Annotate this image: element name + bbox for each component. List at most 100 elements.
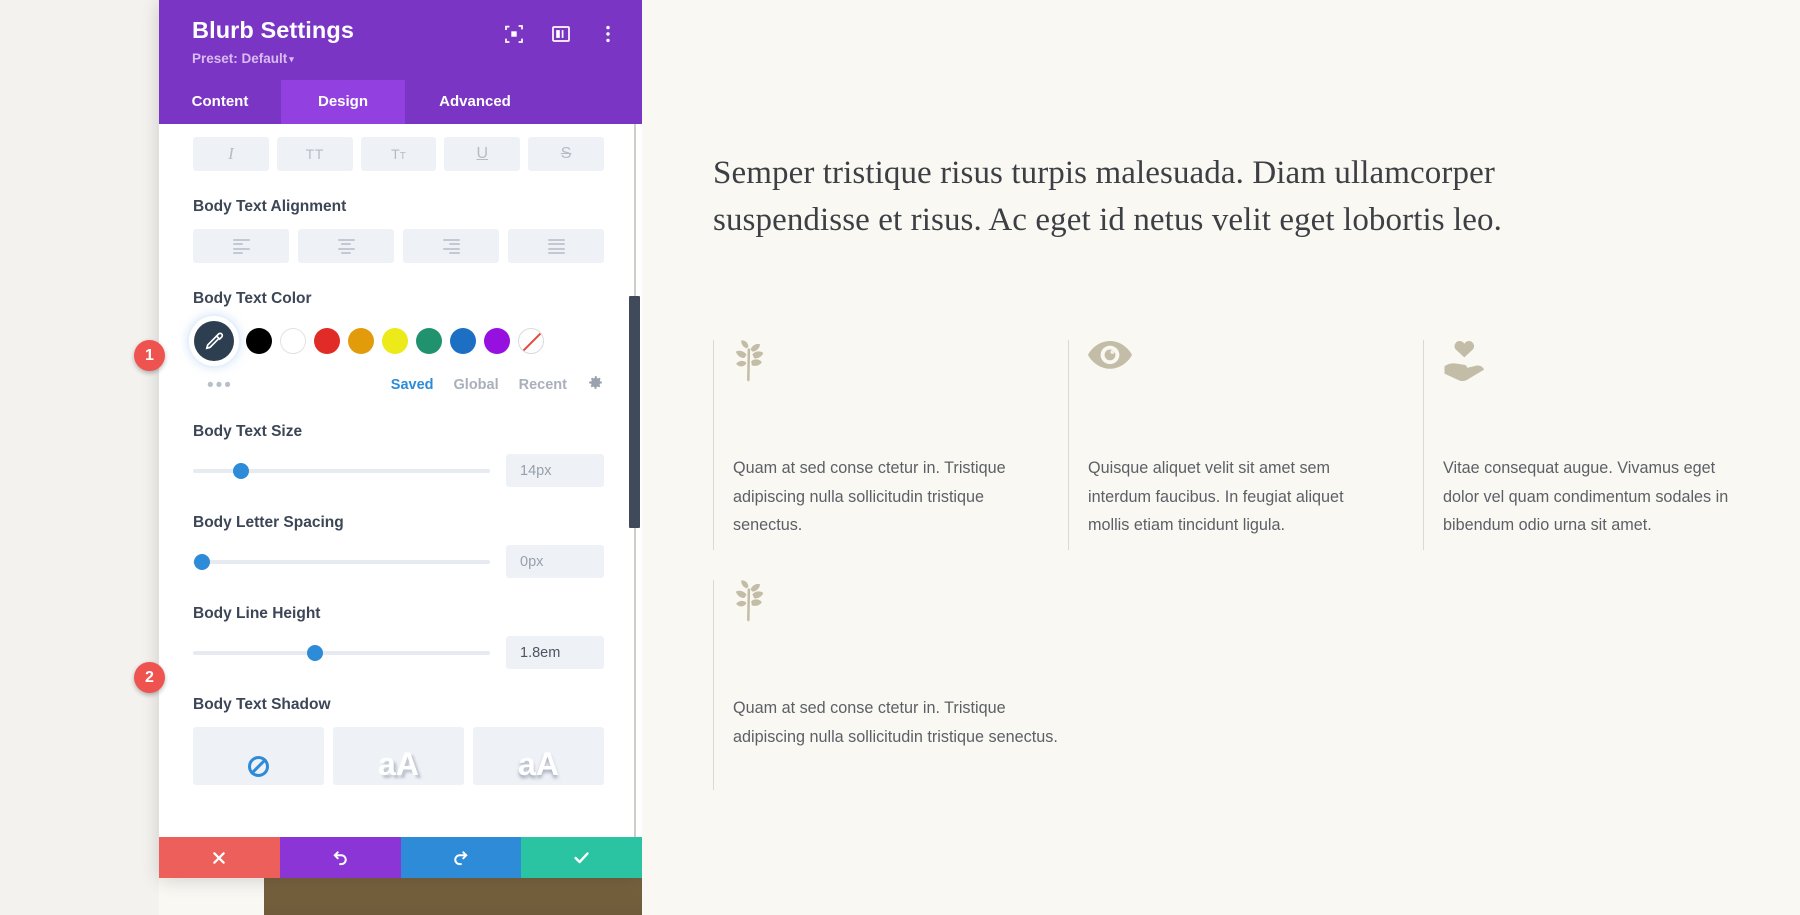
leaf-branch-icon <box>733 340 1034 392</box>
preset-selector[interactable]: Preset: Default ▾ <box>192 51 620 66</box>
blurb-row-2: Quam at sed conse ctetur in. Tristique a… <box>713 579 1778 790</box>
tab-advanced[interactable]: Advanced <box>405 80 545 124</box>
italic-button[interactable]: I <box>193 137 269 172</box>
blurb-item[interactable]: Quam at sed conse ctetur in. Tristique a… <box>713 339 1068 550</box>
color-swatch-yellow[interactable] <box>382 328 408 355</box>
blurb-text: Quisque aliquet velit sit amet sem inter… <box>1088 458 1344 535</box>
tab-content[interactable]: Content <box>159 80 281 124</box>
redo-button[interactable] <box>400 837 522 878</box>
marker-number: 1 <box>145 346 154 364</box>
align-right-icon <box>442 236 460 257</box>
body-text-shadow-options: aA aA <box>193 727 604 786</box>
align-center-button[interactable] <box>298 229 394 264</box>
panel-tabs: Content Design Advanced <box>159 80 642 125</box>
layout-panel-icon[interactable] <box>551 24 571 44</box>
screen: Blurb Settings Preset: Default ▾ Content… <box>0 0 1800 915</box>
tab-design[interactable]: Design <box>281 80 405 125</box>
redo-icon <box>454 851 468 866</box>
body-text-alignment-label: Body Text Alignment <box>193 198 347 216</box>
check-icon <box>574 852 589 864</box>
body-letter-spacing-label: Body Letter Spacing <box>193 514 344 532</box>
uppercase-glyph: TT <box>305 146 324 163</box>
color-tab-saved[interactable]: Saved <box>391 377 434 393</box>
more-colors-icon[interactable]: ••• <box>207 376 233 395</box>
lead-paragraph: Semper tristique risus turpis malesuada.… <box>713 155 1503 238</box>
align-right-button[interactable] <box>403 229 499 264</box>
page-left-margin <box>0 0 159 915</box>
body-line-height-slider[interactable] <box>193 643 490 663</box>
shadow-preset-1-button[interactable]: aA <box>333 727 464 786</box>
color-swatch-orange[interactable] <box>348 328 374 355</box>
blurb-text: Quam at sed conse ctetur in. Tristique a… <box>733 698 1058 746</box>
layout-spacer <box>1104 580 1441 790</box>
smallcaps-glyph: TT <box>391 146 406 163</box>
align-justify-button[interactable] <box>508 229 604 264</box>
preset-label: Preset: Default <box>192 51 288 67</box>
marker-number: 2 <box>145 668 154 686</box>
scrollbar-thumb[interactable] <box>629 296 640 529</box>
shadow-preset-2-button[interactable]: aA <box>473 727 604 786</box>
color-tab-global[interactable]: Global <box>454 377 499 393</box>
strikethrough-button[interactable]: S <box>528 137 604 172</box>
color-swatch-black[interactable] <box>246 328 272 355</box>
color-swatch-none[interactable] <box>518 328 544 355</box>
underline-button[interactable]: U <box>444 137 521 172</box>
uppercase-button[interactable]: TT <box>276 137 353 172</box>
blurb-item[interactable]: Quisque aliquet velit sit amet sem inter… <box>1068 339 1423 550</box>
align-left-icon <box>232 236 250 257</box>
page-preview: Semper tristique risus turpis malesuada.… <box>642 0 1800 915</box>
shadow-none-button[interactable] <box>193 727 324 786</box>
smallcaps-button[interactable]: TT <box>360 137 437 172</box>
color-swatch-purple[interactable] <box>484 328 510 355</box>
slider-knob[interactable] <box>306 644 323 661</box>
slider-rail <box>193 559 490 564</box>
align-center-icon <box>337 236 355 257</box>
strikethrough-glyph: S <box>560 145 572 163</box>
body-letter-spacing-slider[interactable] <box>193 552 490 572</box>
body-text-color-swatches <box>194 321 604 362</box>
gear-icon[interactable] <box>587 374 604 396</box>
body-line-height-input[interactable]: 1.8em <box>506 636 604 670</box>
underline-glyph: U <box>476 145 489 163</box>
slider-knob[interactable] <box>193 553 210 570</box>
blurb-item[interactable]: Quam at sed conse ctetur in. Tristique a… <box>713 579 1104 790</box>
eyedropper-button[interactable] <box>194 321 234 362</box>
blurb-item[interactable]: Vitae consequat augue. Vivamus eget dolo… <box>1423 339 1778 550</box>
marker-badge-2: 2 <box>134 662 165 693</box>
align-left-button[interactable] <box>193 229 289 264</box>
body-text-size-label: Body Text Size <box>193 423 303 441</box>
eye-icon <box>1088 340 1389 392</box>
body-text-size-slider[interactable] <box>193 461 490 481</box>
color-tab-recent[interactable]: Recent <box>519 377 567 393</box>
slider-rail <box>193 650 490 655</box>
slider-knob[interactable] <box>232 462 249 479</box>
cancel-button[interactable] <box>159 837 280 878</box>
body-text-alignment-options <box>193 229 604 264</box>
save-button[interactable] <box>521 837 642 878</box>
panel-footer-actions <box>159 837 642 878</box>
panel-header-actions <box>504 24 618 44</box>
body-line-height-label: Body Line Height <box>193 605 321 623</box>
align-justify-icon <box>547 236 565 257</box>
color-swatch-red[interactable] <box>314 328 340 355</box>
body-text-size-input[interactable]: 14px <box>506 454 604 488</box>
marker-badge-1: 1 <box>134 340 165 371</box>
body-text-shadow-label: Body Text Shadow <box>193 696 331 714</box>
leaf-branch-icon <box>733 580 1070 632</box>
color-swatch-blue[interactable] <box>450 328 476 355</box>
body-text-size-row: 14px <box>193 454 604 488</box>
heart-in-hand-icon <box>1443 340 1744 392</box>
undo-icon <box>333 851 347 866</box>
color-swatch-green[interactable] <box>416 328 442 355</box>
chevron-down-icon: ▾ <box>289 54 294 65</box>
focus-target-icon[interactable] <box>504 24 524 44</box>
undo-button[interactable] <box>279 837 401 878</box>
body-letter-spacing-input[interactable]: 0px <box>506 545 604 579</box>
blurb-row-1: Quam at sed conse ctetur in. Tristique a… <box>713 339 1778 550</box>
blurb-text: Vitae consequat augue. Vivamus eget dolo… <box>1443 458 1729 535</box>
page-footer-band <box>264 874 643 915</box>
color-swatch-white[interactable] <box>280 328 306 355</box>
body-line-height-row: 1.8em <box>193 636 604 670</box>
more-options-icon[interactable] <box>598 24 618 44</box>
color-palette-controls: ••• Saved Global Recent <box>193 374 604 396</box>
